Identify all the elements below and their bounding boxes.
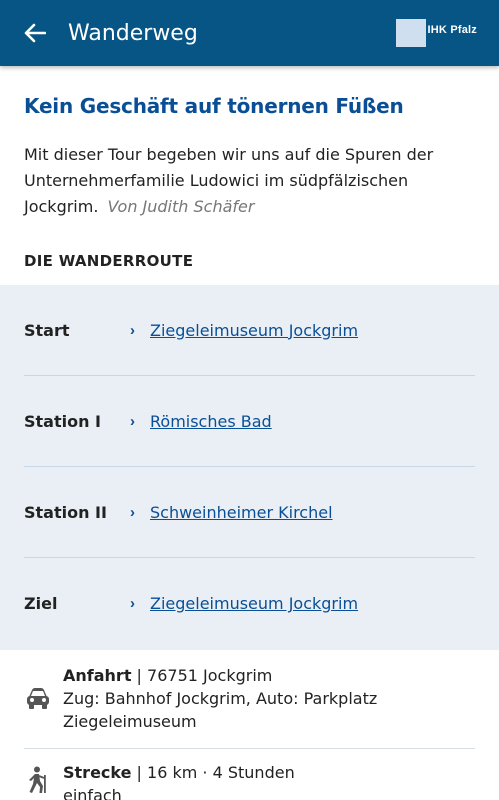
route-stop-label: Start [24,320,70,340]
strecke-value: 16 km · 4 Stunden [147,763,295,782]
article-headline: Kein Geschäft auf tönernen Füßen [24,94,404,118]
route-list: Start › Ziegeleimuseum Jockgrim Station … [0,285,499,650]
page-title: Wanderweg [68,20,198,46]
route-row-station-1: Station I › Römisches Bad [24,376,475,467]
anfahrt-text: Anfahrt | 76751 Jockgrim Zug: Bahnhof Jo… [63,666,378,731]
logo-text: IHK Pfalz [427,24,477,36]
arrow-left-icon [24,23,46,43]
route-stop-link[interactable]: Ziegeleimuseum Jockgrim [150,594,358,613]
back-button[interactable] [0,0,70,66]
route-row-start: Start › Ziegeleimuseum Jockgrim [24,285,475,376]
route-section-title: DIE WANDERROUTE [24,252,194,270]
car-icon [27,688,49,709]
strecke-detail: einfach [63,786,122,800]
chevron-right-icon: › [130,503,135,521]
divider [24,748,475,749]
route-row-station-2: Station II › Schweinheimer Kirchel [24,467,475,558]
anfahrt-detail: Zug: Bahnhof Jockgrim, Auto: Parkplatz Z… [63,689,378,731]
chevron-right-icon: › [130,412,135,430]
ihk-logo: IHK Pfalz [395,19,477,47]
logo-mark [395,19,426,47]
hiker-icon [29,766,46,793]
strecke-text: Strecke | 16 km · 4 Stunden einfach [63,761,483,800]
author-byline: Von Judith Schäfer [107,197,255,216]
strecke-label: Strecke [63,763,132,782]
route-stop-link[interactable]: Schweinheimer Kirchel [150,503,333,522]
app-bar: Wanderweg IHK Pfalz [0,0,499,66]
route-stop-link[interactable]: Römisches Bad [150,412,272,431]
route-stop-label: Ziel [24,594,58,613]
chevron-right-icon: › [130,321,135,339]
route-stop-link[interactable]: Ziegeleimuseum Jockgrim [150,321,358,340]
chevron-right-icon: › [130,595,135,612]
article-intro: Mit dieser Tour begeben wir uns auf die … [24,142,484,220]
anfahrt-value: 76751 Jockgrim [147,666,273,685]
route-row-ziel: Ziel › Ziegeleimuseum Jockgrim [24,558,475,649]
route-stop-label: Station I [24,411,102,431]
route-stop-label: Station II [24,502,107,522]
anfahrt-label: Anfahrt [63,666,132,685]
